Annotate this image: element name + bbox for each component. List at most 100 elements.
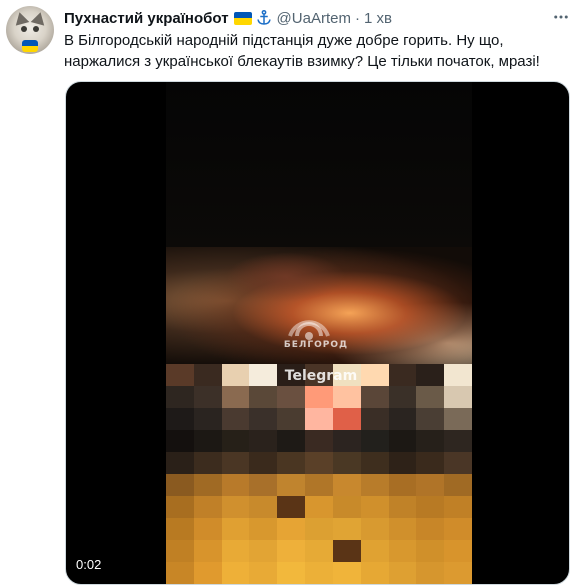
pixel-block: [221, 452, 250, 474]
pixel-block: [277, 540, 306, 562]
pixel-block: [166, 386, 194, 408]
pixel-block: [444, 474, 472, 496]
display-name[interactable]: Пухнастий українобот: [64, 10, 229, 27]
pixel-block: [249, 496, 278, 518]
pixel-block: [388, 364, 417, 386]
watermark-caption: БЕЛГОРОД: [283, 340, 349, 350]
pixel-block: [388, 430, 417, 452]
pixel-block: [221, 408, 250, 430]
pixel-block: [388, 408, 417, 430]
pixel-block: [277, 474, 306, 496]
pixel-block: [305, 518, 333, 540]
pixel-block: [444, 452, 472, 474]
pixel-block: [360, 474, 389, 496]
pixel-block: [193, 452, 222, 474]
avatar-flag-badge: [22, 40, 38, 52]
pixel-block: [166, 408, 194, 430]
pixel-block: [249, 562, 278, 584]
pixel-block: [444, 540, 472, 562]
pixel-block: [193, 496, 222, 518]
timestamp[interactable]: 1 хв: [364, 10, 392, 27]
pixel-block: [388, 540, 417, 562]
pixel-block: [360, 386, 389, 408]
pixel-block: [332, 496, 361, 518]
pixel-block: [388, 386, 417, 408]
pixelated-region: [166, 364, 472, 584]
pixel-block: [193, 518, 222, 540]
tweet[interactable]: Пухнастий українобот @UaArtem · 1 хв В Б…: [0, 0, 580, 588]
pixel-block: [166, 430, 194, 452]
pixel-block: [221, 562, 250, 584]
pixel-block: [221, 496, 250, 518]
pixel-block: [305, 408, 333, 430]
pixel-block: [305, 562, 333, 584]
pixel-block: [360, 518, 389, 540]
pixel-block: [166, 540, 194, 562]
pixel-block: [444, 496, 472, 518]
pixel-block: [277, 562, 306, 584]
avatar-eye-left: [21, 26, 27, 32]
pixel-block: [193, 430, 222, 452]
pixel-block: [416, 408, 445, 430]
pixel-block: [277, 496, 306, 518]
pixel-block: [332, 518, 361, 540]
video-player[interactable]: БЕЛГОРОД Telegram 0:02: [65, 81, 570, 585]
pixel-block: [360, 562, 389, 584]
pixel-block: [416, 364, 445, 386]
pixel-block: [305, 496, 333, 518]
pixel-block: [388, 518, 417, 540]
pixel-block: [360, 430, 389, 452]
pixel-block: [444, 430, 472, 452]
pixel-block: [277, 386, 306, 408]
pixel-block: [193, 408, 222, 430]
avatar-ear-right: [30, 10, 48, 26]
pixel-block: [332, 452, 361, 474]
pixel-block: [332, 430, 361, 452]
anchor-icon: [256, 9, 271, 25]
pixel-block: [221, 540, 250, 562]
tweet-header: Пухнастий українобот @UaArtem · 1 хв: [64, 7, 392, 29]
pixel-block: [249, 518, 278, 540]
pixel-block: [221, 518, 250, 540]
pixel-block: [332, 386, 361, 408]
pixel-block: [388, 452, 417, 474]
watermark-telegram: Telegram: [284, 368, 358, 384]
avatar-ear-left: [12, 10, 30, 26]
pixel-block: [444, 386, 472, 408]
pixel-block: [277, 430, 306, 452]
user-handle[interactable]: @UaArtem: [277, 10, 351, 27]
pixel-block: [305, 474, 333, 496]
avatar-eye-right: [33, 26, 39, 32]
pixel-block: [166, 518, 194, 540]
avatar[interactable]: [6, 6, 54, 54]
pixel-block: [388, 474, 417, 496]
pixel-block: [360, 540, 389, 562]
pixel-block: [444, 518, 472, 540]
separator-dot: ·: [354, 9, 360, 27]
pixel-block: [166, 452, 194, 474]
pixel-block: [332, 540, 361, 562]
pixel-block: [221, 364, 250, 386]
pixel-block: [416, 540, 445, 562]
pixel-block: [221, 474, 250, 496]
pixel-block: [249, 474, 278, 496]
pixel-block: [249, 386, 278, 408]
pixel-block: [360, 452, 389, 474]
pixel-block: [444, 562, 472, 584]
pixel-block: [249, 430, 278, 452]
pixel-block: [444, 364, 472, 386]
pixel-block: [305, 430, 333, 452]
pixel-block: [416, 518, 445, 540]
pixel-block: [332, 562, 361, 584]
pixel-block: [388, 562, 417, 584]
more-options-icon[interactable]: [550, 6, 572, 28]
tweet-text: В Білгородській народній підстанція дуже…: [64, 32, 540, 70]
ukraine-flag-icon: [233, 11, 252, 25]
video-night-sky: [166, 82, 472, 252]
pixel-block: [416, 386, 445, 408]
video-frame[interactable]: БЕЛГОРОД Telegram: [166, 82, 472, 584]
pixel-block: [416, 430, 445, 452]
pixel-block: [249, 452, 278, 474]
pixel-block: [166, 496, 194, 518]
pixel-block: [249, 408, 278, 430]
